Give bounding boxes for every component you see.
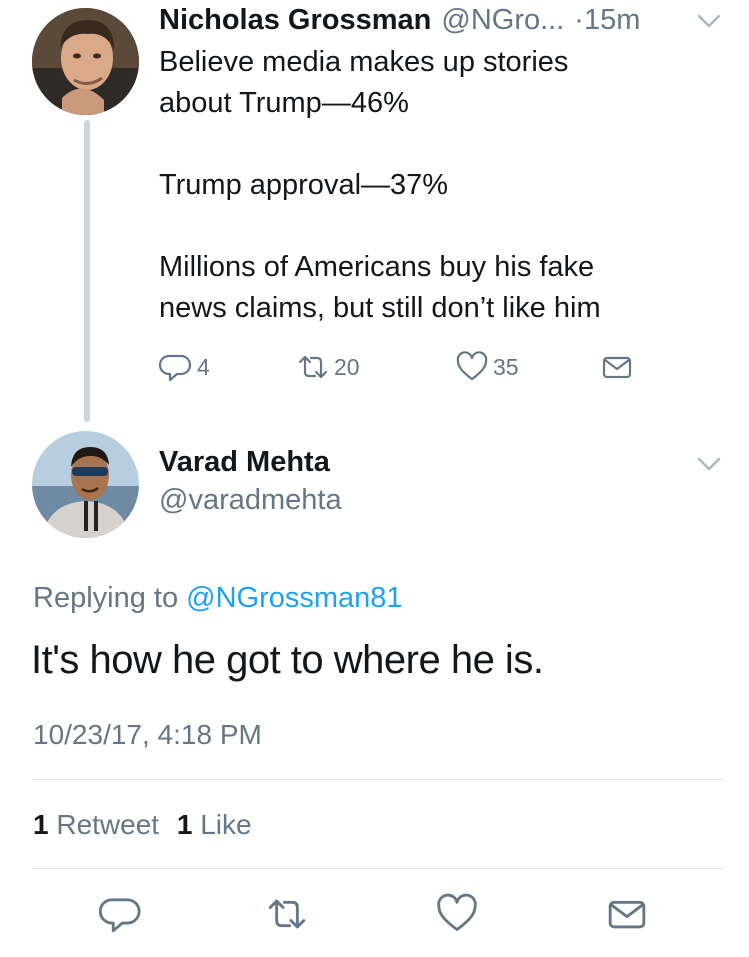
divider (32, 779, 723, 780)
parent-author-avatar[interactable] (32, 8, 139, 115)
main-reply-button[interactable] (98, 892, 143, 936)
parent-tweet-header: Nicholas Grossman @NGro... ·15m (159, 4, 739, 40)
parent-retweet-count: 20 (334, 353, 360, 380)
envelope-icon (608, 900, 646, 929)
parent-tweet-line: Believe media makes up stories (159, 46, 569, 78)
parent-like-button[interactable]: 35 (455, 350, 519, 384)
replying-to-handle-link[interactable]: @NGrossman81 (186, 582, 402, 614)
parent-tweet-line: Millions of Americans buy his fake (159, 251, 595, 283)
parent-author-handle[interactable]: @NGro... (441, 4, 564, 37)
envelope-icon (602, 356, 632, 379)
likes-label: Like (200, 809, 252, 840)
main-author-handle[interactable]: @varadmehta (159, 484, 342, 517)
retweet-icon (268, 899, 306, 929)
parent-retweet-button[interactable]: 20 (296, 350, 360, 384)
retweets-count: 1 (33, 809, 49, 840)
main-message-button[interactable] (605, 892, 649, 936)
reply-icon (159, 354, 192, 382)
parent-tweet-menu-chevron-icon[interactable] (696, 12, 722, 30)
parent-tweet-line: news claims, but still don’t like him (159, 292, 601, 324)
main-author-name[interactable]: Varad Mehta (159, 446, 330, 479)
parent-tweet-text: Believe media makes up stories about Tru… (159, 42, 719, 329)
replying-to-line: Replying to @NGrossman81 (33, 582, 403, 615)
parent-tweet-time[interactable]: ·15m (574, 4, 640, 37)
portrait-image (32, 431, 139, 538)
parent-author-name[interactable]: Nicholas Grossman (159, 4, 431, 37)
parent-tweet-blank-line (159, 206, 719, 247)
parent-tweet-line: about Trump—46% (159, 87, 409, 119)
parent-tweet-blank-line (159, 124, 719, 165)
parent-message-button[interactable] (600, 350, 634, 384)
thread-line (84, 120, 90, 422)
parent-like-count: 35 (493, 353, 519, 380)
main-tweet-text: It's how he got to where he is. (31, 638, 544, 682)
main-tweet-timestamp[interactable]: 10/23/17, 4:18 PM (33, 719, 262, 751)
heart-icon (456, 351, 488, 381)
likes-stat[interactable]: 1 Like (177, 809, 252, 840)
divider (32, 868, 723, 869)
likes-count: 1 (176, 809, 193, 840)
main-retweet-button[interactable] (265, 892, 309, 936)
retweets-label: Retweet (56, 809, 160, 840)
heart-icon (437, 893, 477, 931)
main-author-avatar[interactable] (32, 431, 139, 538)
parent-reply-button[interactable]: 4 (159, 350, 210, 384)
parent-reply-count: 4 (197, 353, 210, 380)
main-tweet-menu-chevron-icon[interactable] (696, 455, 722, 473)
engagement-stats: 1 Retweet 1 Like (33, 809, 252, 841)
portrait-image (32, 8, 139, 115)
retweets-stat[interactable]: 1 Retweet (33, 809, 167, 840)
parent-tweet-line: Trump approval—37% (159, 169, 449, 201)
retweet-icon (298, 355, 328, 379)
reply-icon (98, 898, 141, 933)
main-like-button[interactable] (435, 892, 479, 936)
replying-to-prefix: Replying to (33, 582, 187, 614)
